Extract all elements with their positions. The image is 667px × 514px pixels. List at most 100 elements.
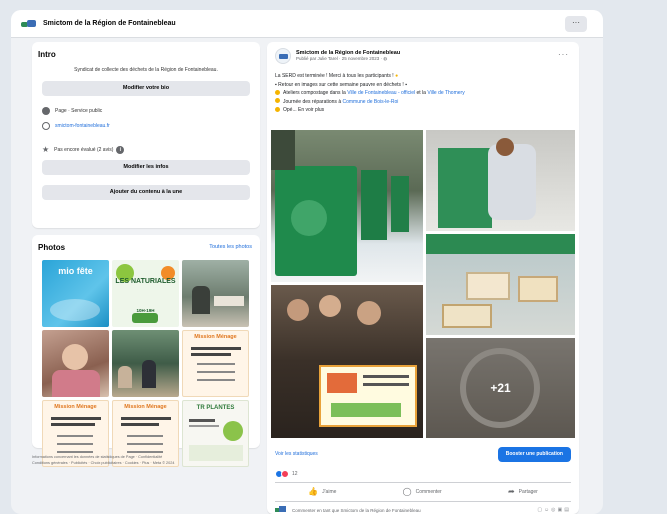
avatar-logo-icon [279, 54, 288, 59]
page-type-text: Page · Service public [55, 108, 103, 114]
more-photos-overlay[interactable]: +21 [426, 338, 575, 438]
bois-le-roi-link[interactable]: Commune de Bois-le-Roi [342, 99, 398, 105]
post-card: Smictom de la Région de Fontainebleau Pu… [267, 42, 579, 514]
intro-heading: Intro [38, 50, 56, 59]
edit-info-button[interactable]: Modifier les infos [42, 160, 250, 175]
photo-decoration [214, 296, 244, 306]
post-line-2-text: Retour en images sur cette semaine pauvr… [278, 81, 406, 88]
workshop-room-photo[interactable] [182, 260, 249, 327]
post-options-button[interactable]: ··· [558, 50, 569, 59]
view-insights-link[interactable]: Voir les statistiques [275, 451, 318, 457]
trash-emoji-icon: ▪ [405, 81, 407, 88]
post-line-2: ▪ Retour en images sur cette semaine pau… [275, 81, 571, 90]
photo-decoration [189, 419, 215, 422]
post-line-1-text: La SERD est terminée ! Merci à tous les … [275, 73, 396, 79]
photo-decoration [127, 443, 163, 445]
post-item-1-text: Ateliers compostage dans la [283, 90, 348, 96]
photo-decoration [197, 371, 235, 373]
post-photo-presentation[interactable] [271, 285, 423, 438]
sticker-icon[interactable]: ▤ [564, 507, 571, 513]
photo-decoration [287, 299, 309, 321]
photo-decoration [50, 299, 100, 321]
photo-caption: TR PLANTES [196, 405, 235, 411]
post-media: +21 [271, 130, 575, 438]
footer-line-2[interactable]: Conditions générales · Publicités · Choi… [32, 460, 260, 466]
like-button[interactable]: 👍 J'aime [308, 488, 336, 496]
photo-caption: Mission Ménage [124, 404, 167, 410]
photo-decoration [57, 435, 93, 437]
reactions-summary[interactable]: 12 [275, 470, 298, 478]
classroom-photo[interactable] [112, 330, 179, 397]
child-activity-photo[interactable] [42, 330, 109, 397]
boost-post-button[interactable]: Booster une publication [497, 446, 571, 462]
page-type-row: Page · Service public [42, 106, 254, 116]
photo-decoration [191, 347, 241, 350]
fontainebleau-link[interactable]: Ville de Fontainebleau - officiel [347, 90, 415, 96]
share-icon: ➦ [507, 487, 515, 496]
comment-button[interactable]: ◯ Commenter [403, 488, 442, 496]
edit-bio-button[interactable]: Modifier votre bio [42, 81, 250, 96]
smictom-logo-icon [21, 19, 37, 29]
more-options-button[interactable]: ··· [565, 16, 587, 32]
thumbs-up-icon: 👍 [308, 487, 319, 496]
post-item-1-connector: et la [415, 90, 428, 96]
share-label: Partager [518, 489, 538, 495]
photos-grid: mio fête LES NATURIALES 10H-19H Mission … [42, 260, 250, 467]
photo-caption: mio fête [58, 266, 93, 276]
post-photo-composting-workshop[interactable] [426, 130, 575, 231]
page-name[interactable]: Smictom de la Région de Fontainebleau [43, 20, 176, 27]
avatar[interactable] [275, 48, 291, 64]
mio-fete-photo[interactable]: mio fête [42, 260, 109, 327]
mission-menage-photo-1[interactable]: Mission Ménage [182, 330, 249, 397]
photo-decoration [127, 435, 163, 437]
photo-caption: Mission Ménage [54, 404, 97, 410]
globe-icon: ◍ [383, 56, 388, 61]
rating-text: Pas encore évalué (2 avis) [54, 147, 114, 153]
photo-decoration [363, 383, 409, 386]
see-more-link[interactable]: Opé... En voir plus [283, 107, 324, 113]
photo-decoration [291, 200, 327, 236]
photo-decoration [127, 451, 163, 453]
post-photo-more[interactable]: +21 [426, 338, 575, 438]
facebook-page-frame: Smictom de la Région de Fontainebleau ··… [11, 10, 603, 514]
post-line-5: Opé... En voir plus [275, 106, 571, 115]
thomery-link[interactable]: Ville de Thomery [427, 90, 464, 96]
photo-decoration [62, 344, 88, 370]
post-photo-composters[interactable] [271, 130, 423, 282]
photo-decoration [438, 148, 492, 228]
les-naturiales-photo[interactable]: LES NATURIALES 10H-19H [112, 260, 179, 327]
photo-decoration [51, 423, 95, 426]
comment-tools: ▢☺◎▣▤ [537, 507, 571, 513]
website-row: smictom-fontainebleau.fr [42, 121, 254, 131]
photo-decoration [132, 313, 158, 323]
photo-decoration [331, 403, 401, 417]
photo-decoration [189, 425, 219, 427]
clap-emoji-icon: ● [395, 73, 399, 79]
post-photo-food-trays[interactable] [426, 234, 575, 335]
photo-caption: Mission Ménage [194, 334, 237, 340]
post-actions: 👍 J'aime ◯ Commenter ➦ Partager [275, 482, 571, 498]
point-emoji-icon [275, 89, 280, 95]
post-line-1: La SERD est terminée ! Merci à tous les … [275, 72, 571, 81]
post-stats-bar: Voir les statistiques Booster une public… [275, 445, 571, 463]
camera-emoji-icon: ▪ [275, 81, 277, 88]
rating-info-icon[interactable]: i [116, 146, 125, 154]
photo-decoration [57, 451, 93, 453]
add-featured-button[interactable]: Ajouter du contenu à la une [42, 185, 250, 200]
photo-decoration [51, 417, 101, 420]
love-reaction-icon [281, 470, 289, 478]
comment-icon: ◯ [402, 487, 412, 496]
photo-decoration [327, 373, 357, 393]
post-meta-text: Publié par Julie Tarel · 25 novembre 202… [296, 56, 384, 61]
globe-icon [42, 122, 50, 130]
reaction-count: 12 [292, 471, 298, 477]
website-link[interactable]: smictom-fontainebleau.fr [55, 123, 110, 129]
like-label: J'aime [322, 489, 337, 495]
share-button[interactable]: ➦ Partager [508, 488, 538, 496]
post-item-2-text: Journée des réparations à [283, 98, 343, 105]
post-line-3: Ateliers compostage dans la Ville de Fon… [275, 89, 571, 98]
see-all-photos-link[interactable]: Toutes les photos [209, 244, 252, 250]
photo-decoration [363, 375, 409, 378]
comment-input[interactable]: Commenter en tant que Smictom de la Régi… [292, 508, 537, 513]
comment-label: Commenter [415, 489, 442, 495]
